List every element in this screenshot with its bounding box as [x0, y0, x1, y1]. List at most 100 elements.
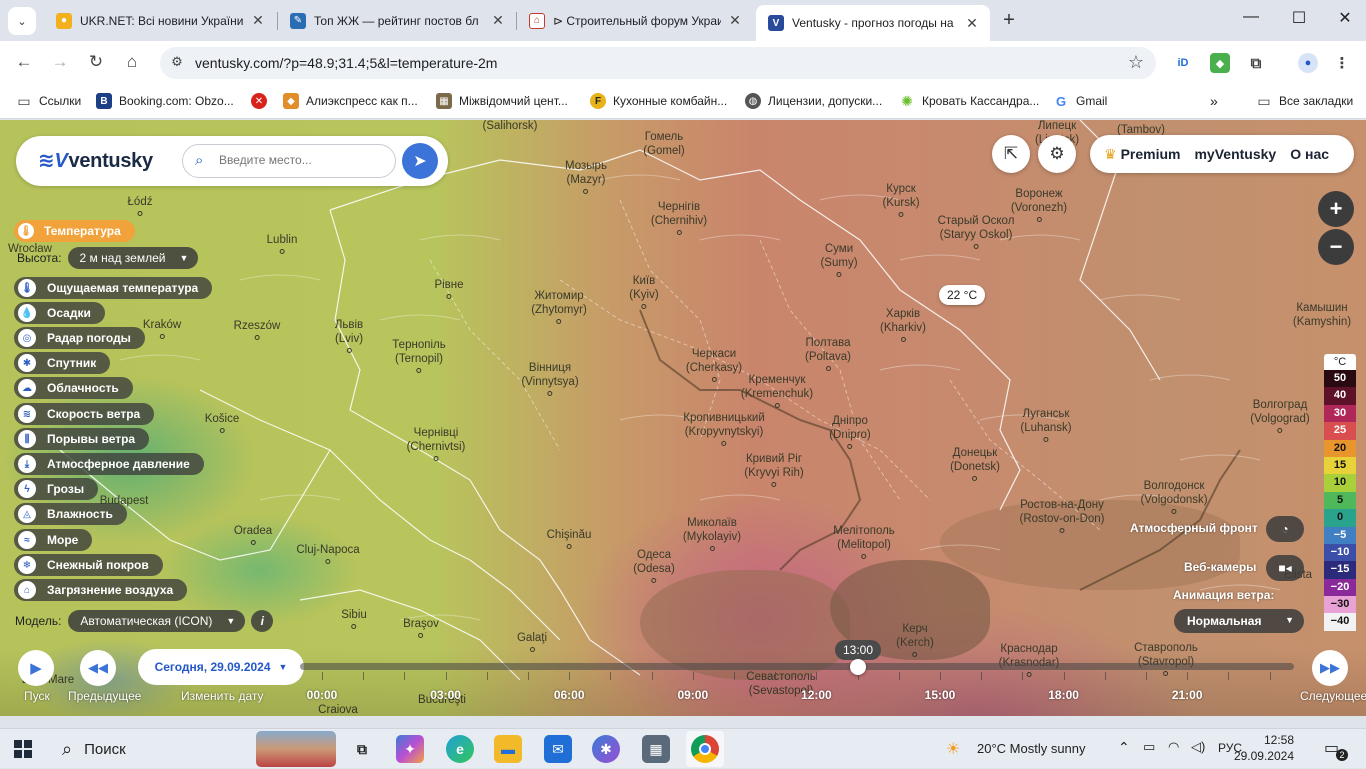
- all-bookmarks-button[interactable]: ▭ Все закладки: [1256, 93, 1353, 109]
- weather-sun-icon[interactable]: ☀: [946, 739, 960, 759]
- city-label[interactable]: Тернопіль (Ternopil): [392, 338, 446, 373]
- timeline-hour-label[interactable]: 12:00: [801, 688, 832, 702]
- network-icon[interactable]: ◠: [1168, 739, 1179, 755]
- chevron-up-icon[interactable]: ⌃: [1118, 739, 1130, 756]
- bookmark-item[interactable]: F Кухонные комбайн...: [590, 93, 727, 109]
- city-label[interactable]: Волгодонск (Volgodonsk): [1140, 479, 1208, 514]
- city-label[interactable]: Braşov: [403, 617, 439, 638]
- layer-temperature[interactable]: 🌡 Температура: [14, 220, 135, 242]
- city-label[interactable]: Łódź: [128, 195, 152, 216]
- play-button[interactable]: ▶: [18, 650, 54, 686]
- next-button[interactable]: ▶▶: [1312, 650, 1348, 686]
- city-label[interactable]: Мозырь (Mazyr): [565, 159, 607, 194]
- search-input[interactable]: [219, 153, 389, 167]
- city-label[interactable]: (Salihorsk): [483, 119, 538, 133]
- tab-ventusky[interactable]: V Ventusky - прогноз погоды на ✕: [756, 5, 990, 41]
- wind-animation-select[interactable]: Нормальная ▼: [1174, 609, 1304, 633]
- city-label[interactable]: Донецьк (Donetsk): [950, 446, 1000, 481]
- city-label[interactable]: Волгоград (Volgograd): [1250, 398, 1310, 433]
- city-label[interactable]: Кривий Ріг (Kryvyi Rih): [744, 452, 804, 487]
- zoom-out-button[interactable]: −: [1318, 229, 1354, 265]
- bookmark-item[interactable]: B Booking.com: Obzo...: [96, 93, 234, 109]
- back-button[interactable]: ←: [12, 52, 36, 74]
- minimize-button[interactable]: —: [1236, 8, 1266, 26]
- zoom-in-button[interactable]: +: [1318, 191, 1354, 227]
- layer-satellite[interactable]: ✱ Спутник: [14, 352, 111, 374]
- tab-livejournal[interactable]: ✎ Топ ЖЖ — рейтинг постов бл ✕: [278, 5, 516, 36]
- home-button[interactable]: ⌂: [120, 52, 144, 74]
- timeline-hour-label[interactable]: 21:00: [1172, 688, 1203, 702]
- settings-button[interactable]: ⚙: [1038, 135, 1076, 173]
- timeline-hour-label[interactable]: 15:00: [925, 688, 956, 702]
- tab-search-button[interactable]: ⌄: [8, 7, 36, 35]
- timeline-hour-label[interactable]: 06:00: [554, 688, 585, 702]
- extensions-puzzle-icon[interactable]: ⧉: [1246, 53, 1266, 73]
- forward-button[interactable]: →: [48, 52, 72, 74]
- calculator-icon[interactable]: ▦: [642, 735, 670, 763]
- city-label[interactable]: Мелітополь (Melitopol): [833, 524, 895, 559]
- city-label[interactable]: Sibiu: [341, 608, 367, 629]
- city-label[interactable]: Гомель (Gomel): [643, 130, 685, 158]
- layer-pressure[interactable]: ⤓ Атмосферное давление: [14, 453, 204, 475]
- bookmark-item[interactable]: ▦ Міжвідомчий цент...: [436, 93, 568, 109]
- tab-forum[interactable]: ⌂ ⊳ Строительный форум Украи ✕: [517, 5, 753, 36]
- city-label[interactable]: Київ (Kyiv): [629, 274, 659, 309]
- extension-id-icon[interactable]: iD: [1173, 53, 1193, 73]
- city-label[interactable]: Вінниця (Vinnytsya): [521, 361, 579, 396]
- kebab-menu-icon[interactable]: ⋮: [1332, 53, 1352, 73]
- city-label[interactable]: Chişinău: [547, 528, 591, 549]
- city-label[interactable]: Воронеж (Voronezh): [1011, 187, 1067, 222]
- layer-lightning[interactable]: ϟ Грозы: [14, 478, 99, 500]
- layer-drop[interactable]: 💧 Осадки: [14, 302, 105, 324]
- city-label[interactable]: Ростов-на-Дону (Rostov-on-Don): [1020, 498, 1105, 533]
- bookmark-item[interactable]: ✕: [251, 93, 274, 109]
- layer-thermometer[interactable]: 🌡 Ощущаемая температура: [14, 277, 213, 299]
- city-label[interactable]: Полтава (Poltava): [805, 336, 851, 371]
- city-label[interactable]: Чернівці (Chernivtsi): [407, 426, 465, 461]
- geolocate-button[interactable]: ➤: [402, 143, 438, 179]
- start-button[interactable]: [14, 740, 32, 758]
- city-label[interactable]: Курск (Kursk): [882, 182, 920, 217]
- taskbar-search[interactable]: ⌕ Поиск: [50, 729, 250, 769]
- layer-snowflake[interactable]: ❄ Снежный покров: [14, 554, 163, 576]
- widgets-image-icon[interactable]: [256, 731, 336, 767]
- close-icon[interactable]: ✕: [490, 12, 506, 29]
- city-label[interactable]: Суми (Sumy): [820, 242, 858, 277]
- mail-icon[interactable]: ✉: [544, 735, 572, 763]
- tab-ukrnet[interactable]: ● UKR.NET: Всі новини України, с ✕: [44, 5, 276, 36]
- city-label[interactable]: Рівне: [434, 278, 464, 299]
- timeline-track[interactable]: [300, 663, 1294, 670]
- front-toggle[interactable]: ◔: [1266, 516, 1304, 542]
- layer-humidity[interactable]: ◬ Влажность: [14, 503, 127, 525]
- share-button[interactable]: ⇱: [992, 135, 1030, 173]
- edge-icon[interactable]: e: [446, 735, 474, 763]
- clock-date[interactable]: 29.09.2024: [1228, 749, 1294, 763]
- city-label[interactable]: Харків (Kharkiv): [880, 307, 926, 342]
- close-icon[interactable]: ✕: [727, 12, 743, 29]
- close-icon[interactable]: ✕: [250, 12, 266, 29]
- clock-time[interactable]: 12:58: [1254, 733, 1294, 747]
- bookmark-item[interactable]: ✺ Кровать Кассандра...: [899, 93, 1039, 109]
- layer-cloud[interactable]: ☁ Облачность: [14, 377, 133, 399]
- timeline-hour-label[interactable]: 18:00: [1048, 688, 1079, 702]
- myventusky-link[interactable]: myVentusky: [1194, 146, 1276, 162]
- url-text[interactable]: ventusky.com/?p=48.9;31.4;5&l=temperatur…: [195, 55, 497, 71]
- bookmarks-overflow-button[interactable]: »: [1210, 93, 1218, 109]
- bookmark-folder[interactable]: ▭ Ссылки: [16, 93, 81, 109]
- battery-icon[interactable]: ▭: [1143, 739, 1155, 755]
- timeline-hour-label[interactable]: 00:00: [307, 688, 338, 702]
- city-label[interactable]: Чернігів (Chernihiv): [651, 200, 707, 235]
- maximize-button[interactable]: ☐: [1284, 8, 1314, 28]
- city-label[interactable]: Луганськ (Luhansk): [1020, 407, 1072, 442]
- reload-button[interactable]: ↻: [84, 52, 108, 74]
- timeline-knob[interactable]: [850, 659, 866, 675]
- photos-icon[interactable]: ✱: [592, 735, 620, 763]
- city-label[interactable]: Cluj-Napoca: [296, 543, 360, 564]
- timeline-hour-label[interactable]: 09:00: [677, 688, 708, 702]
- city-label[interactable]: Одеса (Odesa): [633, 548, 675, 583]
- location-search-box[interactable]: ⌕: [182, 144, 396, 178]
- layer-wind[interactable]: ≋ Скорость ветра: [14, 403, 155, 425]
- close-icon[interactable]: ✕: [964, 15, 980, 32]
- model-select[interactable]: Автоматическая (ICON) ▼: [68, 610, 246, 632]
- height-select[interactable]: 2 м над землей ▼: [67, 247, 199, 269]
